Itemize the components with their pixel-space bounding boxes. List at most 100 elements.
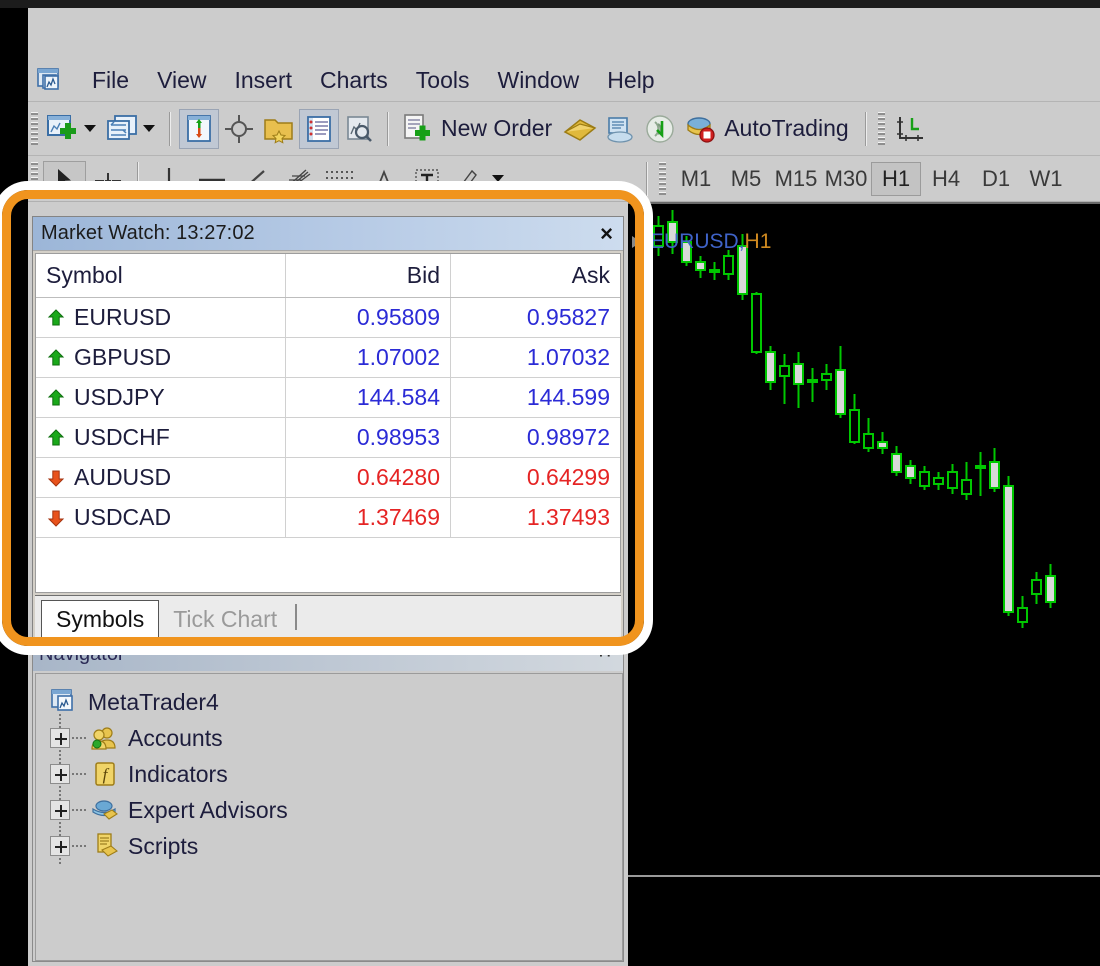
expand-plus-icon[interactable] <box>50 836 70 856</box>
menu-item-view[interactable]: View <box>143 65 220 96</box>
column-header-bid[interactable]: Bid <box>286 254 451 297</box>
toolbar-grip-2[interactable] <box>878 112 885 146</box>
cell-ask[interactable]: 0.64299 <box>451 458 620 497</box>
cell-bid[interactable]: 144.584 <box>286 378 451 417</box>
horizontal-line-tool-icon[interactable] <box>190 161 233 197</box>
vertical-line-tool-icon[interactable] <box>147 161 190 197</box>
expand-plus-icon[interactable] <box>50 764 70 784</box>
cell-ask[interactable]: 144.599 <box>451 378 620 417</box>
tree-item-expert-advisors[interactable]: Expert Advisors <box>36 792 622 828</box>
cell-ask[interactable]: 1.07032 <box>451 338 620 377</box>
cell-ask[interactable]: 0.95827 <box>451 298 620 337</box>
text-label-tool-icon[interactable] <box>405 161 448 197</box>
crosshair-tool-icon[interactable] <box>86 161 129 197</box>
cell-bid-value: 144.584 <box>357 384 440 411</box>
main-toolbar: New Order <box>28 102 1100 156</box>
column-header-symbol[interactable]: Symbol <box>36 254 286 297</box>
strategy-tester-icon[interactable] <box>339 109 379 149</box>
new-order-label[interactable]: New Order <box>441 115 552 142</box>
cell-symbol[interactable]: USDCHF <box>36 418 286 457</box>
tab-tick-chart[interactable]: Tick Chart <box>159 601 291 641</box>
close-icon[interactable]: × <box>600 223 613 245</box>
timeframe-m15[interactable]: M15 <box>771 163 821 195</box>
cell-bid-value: 1.37469 <box>357 504 440 531</box>
autotrading-icon[interactable] <box>680 109 720 149</box>
expert-advisors-icon[interactable] <box>600 109 640 149</box>
market-watch-title-bar[interactable]: Market Watch: 13:27:02 × <box>33 217 623 251</box>
timeframe-m30[interactable]: M30 <box>821 163 871 195</box>
table-row[interactable]: EURUSD0.958090.95827 <box>36 298 620 338</box>
toolbar-grip[interactable] <box>31 112 38 146</box>
table-row[interactable]: GBPUSD 1.07002 1.07032 <box>36 338 620 378</box>
market-watch-grid[interactable]: Symbol Bid Ask EURUSD0.958090.95827GBPUS… <box>35 253 621 593</box>
market-watch-icon[interactable] <box>179 109 219 149</box>
terminal-icon[interactable] <box>299 109 339 149</box>
timeframe-m5[interactable]: M5 <box>721 163 771 195</box>
cell-bid[interactable]: 0.98953 <box>286 418 451 457</box>
trendline-tool-icon[interactable] <box>233 161 276 197</box>
expand-plus-icon[interactable] <box>50 800 70 820</box>
menu-item-tools[interactable]: Tools <box>402 65 484 96</box>
andrews-pitchfork-tool-icon[interactable] <box>362 161 405 197</box>
arrow-down-icon <box>46 468 66 488</box>
timeframe-m1[interactable]: M1 <box>671 163 721 195</box>
cell-bid[interactable]: 0.95809 <box>286 298 451 337</box>
chart-panel[interactable]: EURUSD,H1 <box>628 202 1100 966</box>
table-row[interactable]: USDCAD 1.37469 1.37493 <box>36 498 620 538</box>
table-row[interactable]: AUDUSD0.642800.64299 <box>36 458 620 498</box>
cell-symbol[interactable]: EURUSD <box>36 298 286 337</box>
cell-ask-value: 144.599 <box>527 384 610 411</box>
menu-item-file[interactable]: File <box>78 65 143 96</box>
timeframe-d1[interactable]: D1 <box>971 163 1021 195</box>
tree-item-indicators[interactable]: f Indicators <box>36 756 622 792</box>
timeframe-h4[interactable]: H4 <box>921 163 971 195</box>
new-chart-icon[interactable] <box>43 109 83 149</box>
autotrading-label[interactable]: AutoTrading <box>724 115 848 142</box>
metaeditor-icon[interactable] <box>560 109 600 149</box>
signals-icon[interactable] <box>640 109 680 149</box>
table-row[interactable]: USDCHF0.989530.98972 <box>36 418 620 458</box>
new-chart-dropdown-caret[interactable] <box>84 125 96 132</box>
navigator-folder-icon[interactable] <box>259 109 299 149</box>
cell-symbol[interactable]: GBPUSD <box>36 338 286 377</box>
tree-item-accounts[interactable]: Accounts <box>36 720 622 756</box>
cursor-tool-icon[interactable] <box>43 161 86 197</box>
text-tool-icon[interactable] <box>448 161 491 197</box>
drawbar-grip[interactable] <box>31 162 38 196</box>
equidistant-channel-tool-icon[interactable] <box>319 161 362 197</box>
menu-item-charts[interactable]: Charts <box>306 65 402 96</box>
cell-bid[interactable]: 1.37469 <box>286 498 451 537</box>
cell-bid[interactable]: 1.07002 <box>286 338 451 377</box>
cell-ask[interactable]: 0.98972 <box>451 418 620 457</box>
cell-ask[interactable]: 1.37493 <box>451 498 620 537</box>
profiles-dropdown-caret[interactable] <box>143 125 155 132</box>
timeframe-h1[interactable]: H1 <box>871 162 921 196</box>
column-header-ask[interactable]: Ask <box>451 254 620 297</box>
menu-item-insert[interactable]: Insert <box>221 65 307 96</box>
menu-item-window[interactable]: Window <box>483 65 593 96</box>
cell-bid-value: 1.07002 <box>357 344 440 371</box>
navigator-close-icon[interactable]: ·· <box>598 645 613 665</box>
periodbar-grip[interactable] <box>659 162 666 196</box>
cell-symbol[interactable]: USDCAD <box>36 498 286 537</box>
indicators-axis-icon[interactable] <box>890 109 930 149</box>
expand-plus-icon[interactable] <box>50 728 70 748</box>
cell-symbol[interactable]: USDJPY <box>36 378 286 417</box>
tab-symbols[interactable]: Symbols <box>41 600 159 642</box>
tree-item-metatrader4[interactable]: MetaTrader4 <box>36 684 622 720</box>
cell-symbol[interactable]: AUDUSD <box>36 458 286 497</box>
cell-bid[interactable]: 0.64280 <box>286 458 451 497</box>
table-row[interactable]: USDJPY 144.584 144.599 <box>36 378 620 418</box>
navigator-tree[interactable]: MetaTrader4 <box>35 673 623 961</box>
fibonacci-tool-icon[interactable] <box>276 161 319 197</box>
profiles-chart-icon[interactable] <box>102 109 142 149</box>
timeframe-w1[interactable]: W1 <box>1021 163 1071 195</box>
metatrader-icon <box>36 67 66 95</box>
menu-item-help[interactable]: Help <box>593 65 668 96</box>
chart-symbol-label: EURUSD,H1 <box>650 230 771 254</box>
navigator-title-bar[interactable]: Navigator ·· <box>33 647 623 671</box>
new-order-icon[interactable] <box>397 109 437 149</box>
drawbar-dropdown-caret[interactable] <box>492 175 504 182</box>
tree-item-scripts[interactable]: Scripts <box>36 828 622 864</box>
data-window-icon[interactable] <box>219 109 259 149</box>
